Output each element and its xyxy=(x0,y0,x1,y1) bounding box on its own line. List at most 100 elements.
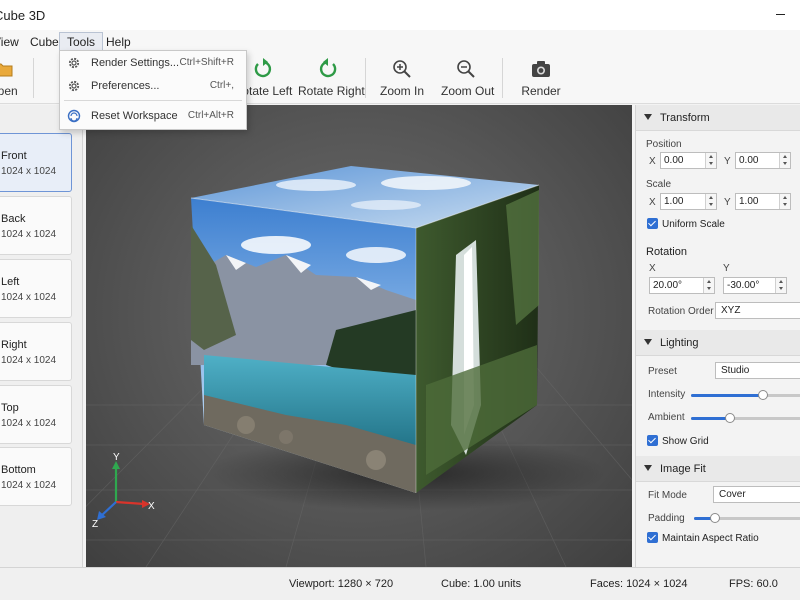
fit-mode-label: Fit Mode xyxy=(648,490,687,501)
spinner-arrows-icon[interactable] xyxy=(705,194,716,209)
intensity-slider-thumb[interactable] xyxy=(757,390,768,400)
face-name: Left xyxy=(1,276,20,288)
rotation-y-input[interactable]: -30.00° xyxy=(723,277,787,294)
scale-x-value: 1.00 xyxy=(664,196,684,207)
face-size: 1024 x 1024 xyxy=(1,418,57,429)
rotate-left-icon xyxy=(254,58,272,78)
face-list: Front 1024 x 1024 Back 1024 x 1024 Left … xyxy=(0,105,83,567)
status-fps: FPS: 60.0 xyxy=(729,578,778,590)
preferences-shortcut: Ctrl+, xyxy=(209,80,234,91)
face-card-front[interactable]: Front 1024 x 1024 xyxy=(0,133,72,192)
rotation-order-select[interactable]: XYZ xyxy=(715,302,800,319)
minimize-button[interactable] xyxy=(774,7,788,21)
scale-label: Scale xyxy=(646,179,672,190)
scale-x-label: X xyxy=(649,197,656,208)
position-label: Position xyxy=(646,139,682,150)
preset-label: Preset xyxy=(648,366,677,377)
reset-workspace-item[interactable]: Reset Workspace Ctrl+Alt+R xyxy=(60,105,246,127)
face-card-top[interactable]: Top 1024 x 1024 xyxy=(0,385,72,444)
face-size: 1024 x 1024 xyxy=(1,229,57,240)
menu-bar: View Cube Tools Help xyxy=(0,30,800,52)
render-label: Render xyxy=(521,84,561,98)
toolbar-separator xyxy=(502,58,503,98)
position-x-input[interactable]: 0.00 xyxy=(660,152,717,169)
spinner-arrows-icon[interactable] xyxy=(775,278,786,293)
reset-workspace-shortcut: Ctrl+Alt+R xyxy=(187,110,234,121)
uniform-scale-label: Uniform Scale xyxy=(662,219,725,230)
status-faces: Faces: 1024 × 1024 xyxy=(590,578,688,590)
padding-label: Padding xyxy=(648,513,685,524)
cube-front-face xyxy=(191,198,416,493)
face-size: 1024 x 1024 xyxy=(1,166,57,177)
show-grid-checkbox[interactable] xyxy=(647,435,658,446)
position-x-label: X xyxy=(649,156,656,167)
rotate-right-icon xyxy=(319,58,337,78)
preferences-item[interactable]: Preferences... Ctrl+, xyxy=(60,75,246,97)
collapse-caret-icon xyxy=(644,339,652,345)
spinner-arrows-icon[interactable] xyxy=(779,153,790,168)
position-y-label: Y xyxy=(724,156,731,167)
ambient-slider[interactable] xyxy=(691,413,800,423)
menu-separator xyxy=(64,100,242,101)
axis-gizmo xyxy=(97,461,150,520)
face-card-right[interactable]: Right 1024 x 1024 xyxy=(0,322,72,381)
scale-y-input[interactable]: 1.00 xyxy=(735,193,791,210)
rotation-x-value: 20.00° xyxy=(653,280,683,291)
rotation-x-input[interactable]: 20.00° xyxy=(649,277,715,294)
toolbar-separator xyxy=(33,58,34,98)
face-card-left[interactable]: Left 1024 x 1024 xyxy=(0,259,72,318)
image-fit-section-header[interactable]: Image Fit xyxy=(636,456,800,482)
folder-icon xyxy=(0,63,13,77)
maintain-aspect-label: Maintain Aspect Ratio xyxy=(662,533,759,544)
scale-y-label: Y xyxy=(724,197,731,208)
status-cube: Cube: 1.00 units xyxy=(441,578,522,590)
lighting-section-header[interactable]: Lighting xyxy=(636,330,800,356)
status-viewport: Viewport: 1280 × 720 xyxy=(289,578,394,590)
padding-slider-thumb[interactable] xyxy=(710,513,721,523)
3d-viewport[interactable]: Y X Z xyxy=(86,105,632,567)
open-button[interactable]: Open xyxy=(0,56,28,102)
lighting-preset-select[interactable]: Studio xyxy=(715,362,800,379)
face-name: Back xyxy=(1,213,26,225)
properties-panel: Transform Position X 0.00 Y 0.00 Scale X… xyxy=(635,105,800,567)
intensity-slider[interactable] xyxy=(691,390,800,400)
fit-mode-select[interactable]: Cover xyxy=(713,486,800,503)
maintain-aspect-checkbox[interactable] xyxy=(647,532,658,543)
menu-help[interactable]: Help xyxy=(99,32,138,52)
face-card-back[interactable]: Back 1024 x 1024 xyxy=(0,196,72,255)
image-fit-title: Image Fit xyxy=(660,463,706,475)
gear-icon xyxy=(68,80,80,92)
render-button[interactable]: Render xyxy=(520,56,562,102)
render-settings-item[interactable]: Render Settings... Ctrl+Shift+R xyxy=(60,52,246,74)
tools-dropdown: Render Settings... Ctrl+Shift+R Preferen… xyxy=(59,50,247,130)
menu-tools[interactable]: Tools xyxy=(59,32,104,52)
face-card-bottom[interactable]: Bottom 1024 x 1024 xyxy=(0,447,72,506)
zoom-in-button[interactable]: Zoom In xyxy=(378,56,426,102)
zoom-out-label: Zoom Out xyxy=(441,84,495,98)
position-y-input[interactable]: 0.00 xyxy=(735,152,791,169)
position-y-value: 0.00 xyxy=(739,155,759,166)
collapse-caret-icon xyxy=(644,114,652,120)
axis-y-label: Y xyxy=(113,452,120,463)
scale-y-value: 1.00 xyxy=(739,196,759,207)
transform-title: Transform xyxy=(660,112,710,124)
face-name: Bottom xyxy=(1,464,36,476)
reset-icon xyxy=(67,109,81,123)
rotate-right-button[interactable]: Rotate Right xyxy=(298,56,365,102)
ambient-slider-thumb[interactable] xyxy=(724,413,735,423)
spinner-arrows-icon[interactable] xyxy=(703,278,714,293)
spinner-arrows-icon[interactable] xyxy=(779,194,790,209)
padding-slider[interactable] xyxy=(694,513,800,523)
face-name: Right xyxy=(1,339,27,351)
uniform-scale-checkbox[interactable] xyxy=(647,218,658,229)
menu-view[interactable]: View xyxy=(0,32,26,52)
zoom-out-button[interactable]: Zoom Out xyxy=(441,56,495,102)
zoom-in-label: Zoom In xyxy=(379,84,424,98)
transform-section-header[interactable]: Transform xyxy=(636,105,800,131)
face-size: 1024 x 1024 xyxy=(1,292,57,303)
camera-icon xyxy=(532,61,550,77)
scale-x-input[interactable]: 1.00 xyxy=(660,193,717,210)
status-bar: Viewport: 1280 × 720 Cube: 1.00 units Fa… xyxy=(0,567,800,600)
spinner-arrows-icon[interactable] xyxy=(705,153,716,168)
reset-workspace-label: Reset Workspace xyxy=(91,110,178,122)
